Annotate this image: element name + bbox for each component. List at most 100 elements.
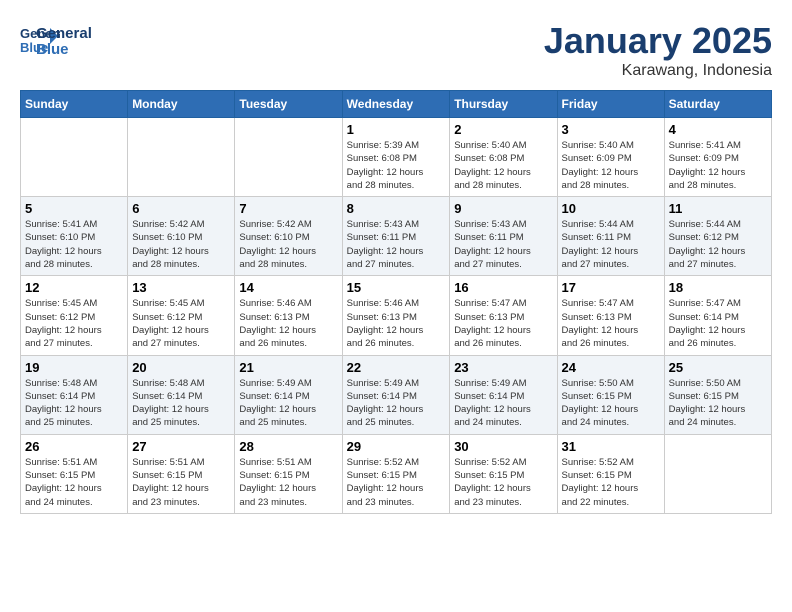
calendar-cell: 7 Sunrise: 5:42 AM Sunset: 6:10 PM Daylig… — [235, 197, 342, 276]
day-number: 31 — [562, 439, 660, 454]
day-info: Sunrise: 5:47 AM Sunset: 6:13 PM Dayligh… — [454, 297, 552, 350]
day-number: 11 — [669, 201, 767, 216]
calendar-body: 1 Sunrise: 5:39 AM Sunset: 6:08 PM Daylig… — [21, 118, 772, 514]
page-header: General Blue General Blue January 2025 K… — [20, 20, 772, 80]
day-info: Sunrise: 5:51 AM Sunset: 6:15 PM Dayligh… — [239, 456, 337, 509]
calendar-cell: 8 Sunrise: 5:43 AM Sunset: 6:11 PM Daylig… — [342, 197, 450, 276]
day-number: 27 — [132, 439, 230, 454]
calendar-cell: 17 Sunrise: 5:47 AM Sunset: 6:13 PM Dayli… — [557, 276, 664, 355]
calendar-cell: 25 Sunrise: 5:50 AM Sunset: 6:15 PM Dayli… — [664, 355, 771, 434]
calendar-cell: 30 Sunrise: 5:52 AM Sunset: 6:15 PM Dayli… — [450, 434, 557, 513]
day-info: Sunrise: 5:49 AM Sunset: 6:14 PM Dayligh… — [347, 377, 446, 430]
calendar-cell: 14Sunrise: 5:46 AM Sunset: 6:13 PM Dayli… — [235, 276, 342, 355]
logo-line2: Blue — [36, 42, 92, 59]
day-info: Sunrise: 5:48 AM Sunset: 6:14 PM Dayligh… — [25, 377, 123, 430]
calendar-cell: 24Sunrise: 5:50 AM Sunset: 6:15 PM Dayli… — [557, 355, 664, 434]
calendar-cell: 22 Sunrise: 5:49 AM Sunset: 6:14 PM Dayli… — [342, 355, 450, 434]
day-number: 8 — [347, 201, 446, 216]
logo-line1: General — [36, 26, 92, 43]
calendar-cell — [128, 118, 235, 197]
calendar-cell: 29Sunrise: 5:52 AM Sunset: 6:15 PM Dayli… — [342, 434, 450, 513]
day-number: 20 — [132, 360, 230, 375]
day-number: 3 — [562, 122, 660, 137]
day-number: 19 — [25, 360, 123, 375]
day-number: 13 — [132, 280, 230, 295]
day-info: Sunrise: 5:49 AM Sunset: 6:14 PM Dayligh… — [454, 377, 552, 430]
calendar-cell — [235, 118, 342, 197]
day-info: Sunrise: 5:42 AM Sunset: 6:10 PM Dayligh… — [239, 218, 337, 271]
day-info: Sunrise: 5:44 AM Sunset: 6:11 PM Dayligh… — [562, 218, 660, 271]
calendar-cell: 13Sunrise: 5:45 AM Sunset: 6:12 PM Dayli… — [128, 276, 235, 355]
day-number: 4 — [669, 122, 767, 137]
weekday-header-friday: Friday — [557, 91, 664, 118]
calendar-cell — [21, 118, 128, 197]
weekday-header-tuesday: Tuesday — [235, 91, 342, 118]
day-info: Sunrise: 5:43 AM Sunset: 6:11 PM Dayligh… — [347, 218, 446, 271]
title-block: January 2025 Karawang, Indonesia — [544, 20, 772, 80]
day-info: Sunrise: 5:51 AM Sunset: 6:15 PM Dayligh… — [25, 456, 123, 509]
day-info: Sunrise: 5:39 AM Sunset: 6:08 PM Dayligh… — [347, 139, 446, 192]
calendar-cell: 15 Sunrise: 5:46 AM Sunset: 6:13 PM Dayli… — [342, 276, 450, 355]
day-info: Sunrise: 5:40 AM Sunset: 6:08 PM Dayligh… — [454, 139, 552, 192]
day-info: Sunrise: 5:46 AM Sunset: 6:13 PM Dayligh… — [347, 297, 446, 350]
day-number: 12 — [25, 280, 123, 295]
day-number: 16 — [454, 280, 552, 295]
calendar-cell: 20 Sunrise: 5:48 AM Sunset: 6:14 PM Dayli… — [128, 355, 235, 434]
calendar-cell: 6Sunrise: 5:42 AM Sunset: 6:10 PM Daylig… — [128, 197, 235, 276]
month-title: January 2025 — [544, 20, 772, 62]
day-number: 1 — [347, 122, 446, 137]
calendar-cell: 21Sunrise: 5:49 AM Sunset: 6:14 PM Dayli… — [235, 355, 342, 434]
day-number: 30 — [454, 439, 552, 454]
day-number: 26 — [25, 439, 123, 454]
day-info: Sunrise: 5:41 AM Sunset: 6:10 PM Dayligh… — [25, 218, 123, 271]
day-number: 2 — [454, 122, 552, 137]
calendar-header: SundayMondayTuesdayWednesdayThursdayFrid… — [21, 91, 772, 118]
weekday-header-sunday: Sunday — [21, 91, 128, 118]
day-info: Sunrise: 5:41 AM Sunset: 6:09 PM Dayligh… — [669, 139, 767, 192]
day-number: 17 — [562, 280, 660, 295]
day-number: 15 — [347, 280, 446, 295]
weekday-header-wednesday: Wednesday — [342, 91, 450, 118]
weekday-header-monday: Monday — [128, 91, 235, 118]
calendar-cell: 1 Sunrise: 5:39 AM Sunset: 6:08 PM Daylig… — [342, 118, 450, 197]
calendar-cell: 18Sunrise: 5:47 AM Sunset: 6:14 PM Dayli… — [664, 276, 771, 355]
calendar-cell: 19 Sunrise: 5:48 AM Sunset: 6:14 PM Dayli… — [21, 355, 128, 434]
calendar-cell — [664, 434, 771, 513]
calendar-cell: 31Sunrise: 5:52 AM Sunset: 6:15 PM Dayli… — [557, 434, 664, 513]
day-info: Sunrise: 5:50 AM Sunset: 6:15 PM Dayligh… — [562, 377, 660, 430]
calendar-week-3: 12 Sunrise: 5:45 AM Sunset: 6:12 PM Dayli… — [21, 276, 772, 355]
calendar-cell: 5 Sunrise: 5:41 AM Sunset: 6:10 PM Daylig… — [21, 197, 128, 276]
day-info: Sunrise: 5:50 AM Sunset: 6:15 PM Dayligh… — [669, 377, 767, 430]
day-number: 9 — [454, 201, 552, 216]
day-info: Sunrise: 5:48 AM Sunset: 6:14 PM Dayligh… — [132, 377, 230, 430]
calendar-cell: 26 Sunrise: 5:51 AM Sunset: 6:15 PM Dayli… — [21, 434, 128, 513]
day-info: Sunrise: 5:49 AM Sunset: 6:14 PM Dayligh… — [239, 377, 337, 430]
day-number: 22 — [347, 360, 446, 375]
calendar-cell: 2 Sunrise: 5:40 AM Sunset: 6:08 PM Daylig… — [450, 118, 557, 197]
day-number: 18 — [669, 280, 767, 295]
day-info: Sunrise: 5:40 AM Sunset: 6:09 PM Dayligh… — [562, 139, 660, 192]
calendar-cell: 10Sunrise: 5:44 AM Sunset: 6:11 PM Dayli… — [557, 197, 664, 276]
day-info: Sunrise: 5:47 AM Sunset: 6:13 PM Dayligh… — [562, 297, 660, 350]
day-info: Sunrise: 5:43 AM Sunset: 6:11 PM Dayligh… — [454, 218, 552, 271]
day-number: 23 — [454, 360, 552, 375]
location: Karawang, Indonesia — [544, 62, 772, 80]
day-number: 7 — [239, 201, 337, 216]
calendar-week-5: 26 Sunrise: 5:51 AM Sunset: 6:15 PM Dayli… — [21, 434, 772, 513]
calendar-week-1: 1 Sunrise: 5:39 AM Sunset: 6:08 PM Daylig… — [21, 118, 772, 197]
day-info: Sunrise: 5:45 AM Sunset: 6:12 PM Dayligh… — [25, 297, 123, 350]
calendar-cell: 27 Sunrise: 5:51 AM Sunset: 6:15 PM Dayli… — [128, 434, 235, 513]
day-info: Sunrise: 5:51 AM Sunset: 6:15 PM Dayligh… — [132, 456, 230, 509]
day-info: Sunrise: 5:52 AM Sunset: 6:15 PM Dayligh… — [454, 456, 552, 509]
calendar-cell: 11 Sunrise: 5:44 AM Sunset: 6:12 PM Dayli… — [664, 197, 771, 276]
day-number: 28 — [239, 439, 337, 454]
calendar-cell: 9 Sunrise: 5:43 AM Sunset: 6:11 PM Daylig… — [450, 197, 557, 276]
weekday-header-row: SundayMondayTuesdayWednesdayThursdayFrid… — [21, 91, 772, 118]
day-number: 25 — [669, 360, 767, 375]
day-info: Sunrise: 5:44 AM Sunset: 6:12 PM Dayligh… — [669, 218, 767, 271]
weekday-header-thursday: Thursday — [450, 91, 557, 118]
day-number: 14 — [239, 280, 337, 295]
day-number: 5 — [25, 201, 123, 216]
calendar-week-2: 5 Sunrise: 5:41 AM Sunset: 6:10 PM Daylig… — [21, 197, 772, 276]
day-number: 6 — [132, 201, 230, 216]
